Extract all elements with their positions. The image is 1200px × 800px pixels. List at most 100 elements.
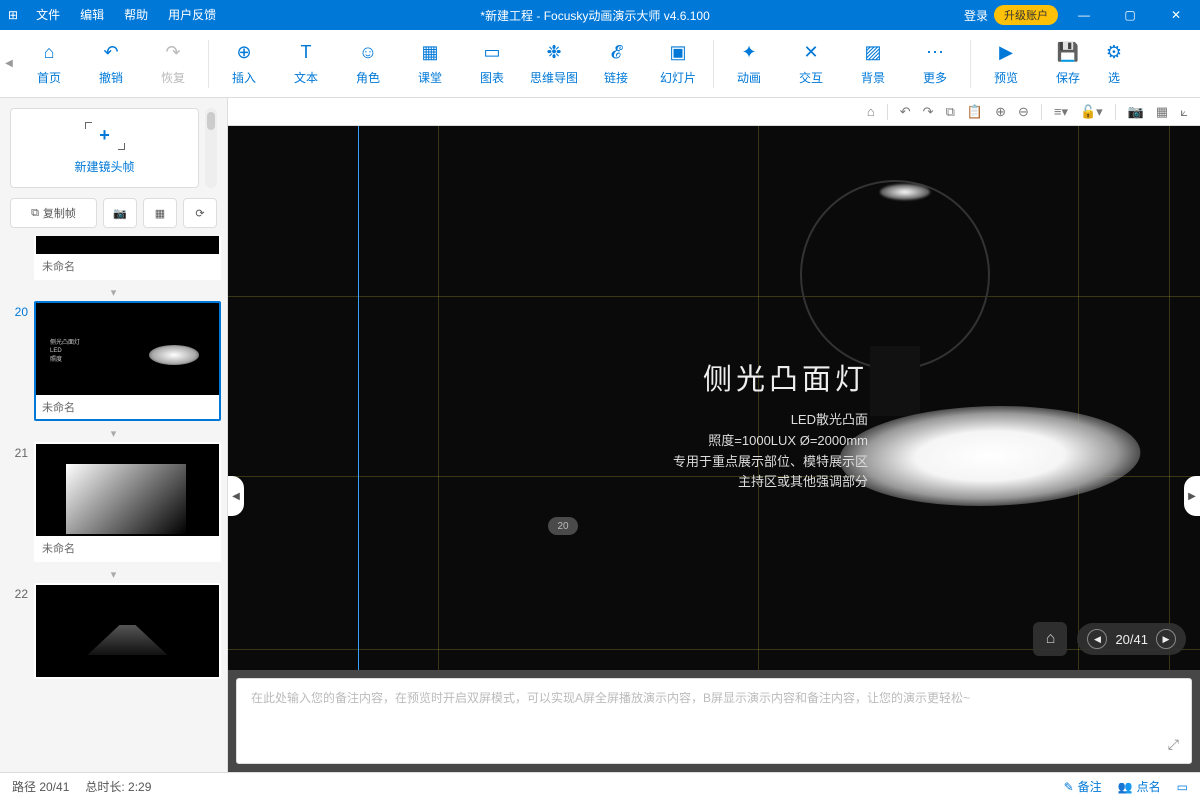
expand-icon[interactable]: ⤢ [1168, 736, 1179, 753]
nav-home-button[interactable]: ⌂ [1033, 622, 1067, 656]
transition-icon[interactable]: ▾ [6, 284, 221, 301]
play-icon: ▶ [999, 42, 1013, 63]
anim-button[interactable]: ✦动画 [718, 30, 780, 98]
plus-circle-icon: ⊕ [236, 42, 251, 63]
chart-button[interactable]: ▭图表 [461, 30, 523, 98]
insert-button[interactable]: ⊕插入 [213, 30, 275, 98]
class-icon: ▦ [421, 42, 438, 63]
thumbnails-list: 未命名 ▾ 20侧光凸面灯LED照度未命名 ▾ 21未命名 ▾ 22 [0, 236, 227, 772]
lamp-ring-graphic [800, 180, 990, 370]
menu-edit[interactable]: 编辑 [70, 0, 114, 30]
panel-toggle-left[interactable]: ◀ [228, 476, 244, 516]
new-frame-button[interactable]: + 新建镜头帧 [10, 108, 199, 188]
copy-frame-button[interactable]: ⧉复制帧 [10, 198, 97, 228]
rotate-left-icon[interactable]: ↶ [900, 104, 911, 120]
canvas-area: ⌂ ↶ ↷ ⧉ 📋 ⊕ ⊖ ≡▾ 🔓▾ 📷 ▦ ⟀ 20 侧 [228, 98, 1200, 772]
lock-icon[interactable]: 🔓▾ [1080, 104, 1103, 120]
interact-button[interactable]: ✕交互 [780, 30, 842, 98]
canvas-home-icon[interactable]: ⌂ [867, 104, 875, 119]
slide-button[interactable]: ▣幻灯片 [647, 30, 709, 98]
text-button[interactable]: T文本 [275, 30, 337, 98]
window-title: *新建工程 - Focusky动画演示大师 v4.6.100 [226, 7, 964, 24]
toolbar-scroll-left[interactable]: ◀ [0, 58, 18, 69]
text-icon: T [301, 42, 312, 63]
new-frame-label: 新建镜头帧 [74, 158, 134, 175]
status-path: 路径 20/41 [12, 778, 69, 795]
home-icon: ⌂ [44, 42, 55, 63]
canvas[interactable]: 20 侧光凸面灯 LED散光凸面 照度=1000LUX Ø=2000mm 专用于… [228, 126, 1200, 670]
camera-button[interactable]: 📷 [103, 198, 137, 228]
role-button[interactable]: ☺角色 [337, 30, 399, 98]
background-icon: ▨ [864, 42, 881, 63]
sidebar-scrollbar[interactable] [205, 108, 217, 188]
qr-button[interactable]: ▦ [143, 198, 177, 228]
copy-icon: ⧉ [31, 207, 39, 220]
undo-button[interactable]: ↶撤销 [80, 30, 142, 98]
transition-icon[interactable]: ▾ [6, 566, 221, 583]
link-button[interactable]: 𝓔链接 [585, 30, 647, 98]
sidebar: + 新建镜头帧 ⧉复制帧 📷 ▦ ⟳ 未命名 ▾ 20侧光凸面灯LED照度未命名… [0, 98, 228, 772]
rollcall-button[interactable]: 👥 点名 [1118, 778, 1161, 795]
zoom-out-icon[interactable]: ⊖ [1018, 104, 1029, 120]
person-icon: ☺ [359, 42, 377, 63]
more-icon: ⋯ [926, 42, 944, 63]
redo-icon: ↷ [165, 42, 180, 63]
thumb-item[interactable]: 未命名 [6, 236, 221, 280]
home-button[interactable]: ⌂首页 [18, 30, 80, 98]
redo-button[interactable]: ↷恢复 [142, 30, 204, 98]
rotate-right-icon[interactable]: ↷ [923, 104, 934, 120]
paste-icon[interactable]: 📋 [967, 104, 983, 120]
options-button[interactable]: ⚙选 [1099, 30, 1129, 98]
ruler-icon[interactable]: ⟀ [1180, 104, 1188, 120]
mindmap-button[interactable]: ❉思维导图 [523, 30, 585, 98]
maximize-button[interactable]: ▢ [1110, 0, 1150, 30]
zoom-in-icon[interactable]: ⊕ [995, 104, 1006, 120]
page-indicator: 20/41 [1115, 632, 1148, 647]
refresh-button[interactable]: ⟳ [183, 198, 217, 228]
chart-icon: ▭ [483, 42, 500, 63]
menu-feedback[interactable]: 用户反馈 [158, 0, 226, 30]
grid-icon[interactable]: ▦ [1156, 104, 1168, 120]
slide-heading: 侧光凸面灯 [608, 356, 868, 398]
lamp-beam-graphic [829, 406, 1150, 506]
slide-icon: ▣ [669, 42, 686, 63]
canvas-toolbar: ⌂ ↶ ↷ ⧉ 📋 ⊕ ⊖ ≡▾ 🔓▾ 📷 ▦ ⟀ [228, 98, 1200, 126]
align-icon[interactable]: ≡▾ [1054, 104, 1068, 120]
login-link[interactable]: 登录 [964, 7, 988, 24]
thumb-item[interactable]: 21未命名 [6, 442, 221, 562]
notes-area[interactable]: 在此处输入您的备注内容，在预览时开启双屏模式，可以实现A屏全屏播放演示内容，B屏… [236, 678, 1192, 764]
toolbar: ◀ ⌂首页 ↶撤销 ↷恢复 ⊕插入 T文本 ☺角色 ▦课堂 ▭图表 ❉思维导图 … [0, 30, 1200, 98]
preview-button[interactable]: ▶预览 [975, 30, 1037, 98]
upgrade-button[interactable]: 升级账户 [994, 5, 1058, 25]
thumb-item[interactable]: 20侧光凸面灯LED照度未命名 [6, 301, 221, 421]
minimize-button[interactable]: — [1064, 0, 1104, 30]
gear-icon: ⚙ [1106, 42, 1122, 63]
status-duration: 总时长: 2:29 [85, 778, 151, 795]
menu-file[interactable]: 文件 [26, 0, 70, 30]
thumb-item[interactable]: 22 [6, 583, 221, 679]
statusbar: 路径 20/41 总时长: 2:29 ✎ 备注 👥 点名 ▭ [0, 772, 1200, 800]
panel-toggle-right[interactable]: ▶ [1184, 476, 1200, 516]
app-logo-icon: ⊞ [0, 8, 26, 22]
refresh-icon: ⟳ [195, 207, 204, 220]
next-frame-button[interactable]: ▶ [1156, 629, 1176, 649]
plus-icon: + [85, 122, 125, 150]
frame-badge: 20 [548, 517, 578, 535]
class-button[interactable]: ▦课堂 [399, 30, 461, 98]
present-icon[interactable]: ▭ [1177, 778, 1188, 795]
menu-help[interactable]: 帮助 [114, 0, 158, 30]
notes-toggle-button[interactable]: ✎ 备注 [1064, 778, 1102, 795]
canvas-nav: ⌂ ◀ 20/41 ▶ [1033, 622, 1186, 656]
animation-icon: ✦ [741, 42, 756, 63]
snapshot-icon[interactable]: 📷 [1128, 104, 1144, 120]
transition-icon[interactable]: ▾ [6, 425, 221, 442]
interact-icon: ✕ [803, 42, 818, 63]
titlebar: ⊞ 文件 编辑 帮助 用户反馈 *新建工程 - Focusky动画演示大师 v4… [0, 0, 1200, 30]
more-button[interactable]: ⋯更多 [904, 30, 966, 98]
prev-frame-button[interactable]: ◀ [1087, 629, 1107, 649]
copy-icon[interactable]: ⧉ [946, 104, 955, 120]
save-button[interactable]: 💾保存 [1037, 30, 1099, 98]
undo-icon: ↶ [103, 42, 118, 63]
close-button[interactable]: ✕ [1156, 0, 1196, 30]
bg-button[interactable]: ▨背景 [842, 30, 904, 98]
